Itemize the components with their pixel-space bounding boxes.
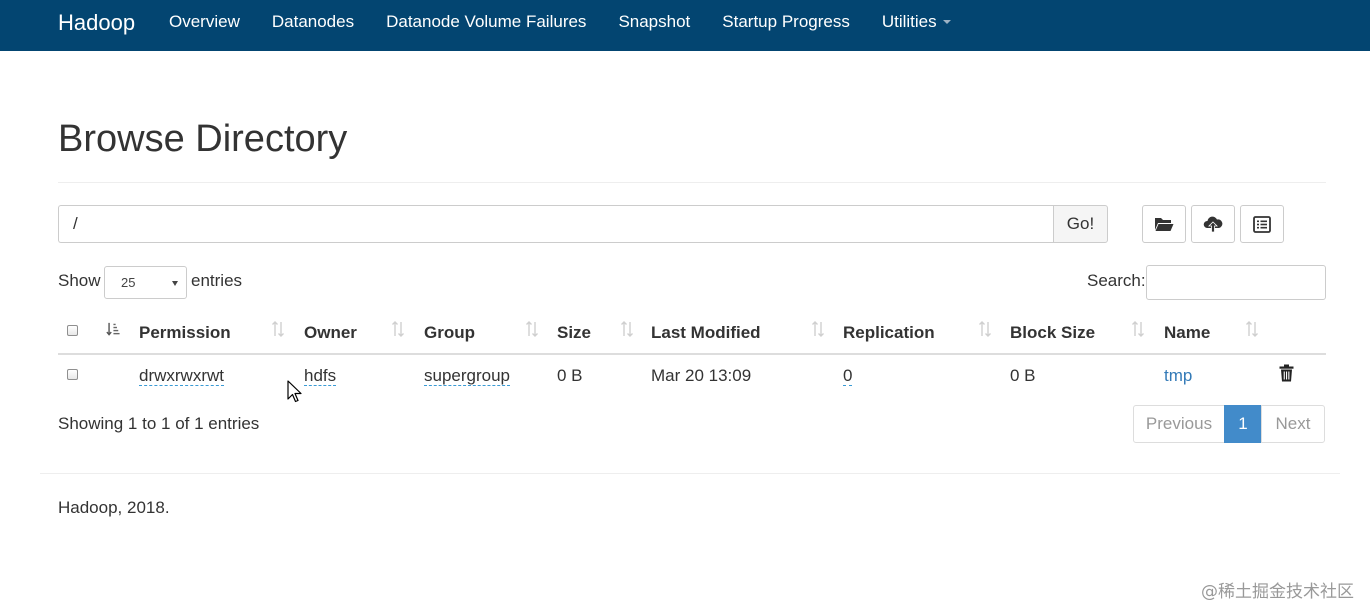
- path-group: Go!: [58, 205, 1108, 243]
- nav-overview[interactable]: Overview: [153, 0, 256, 46]
- cut-paste-button[interactable]: [1240, 205, 1284, 243]
- sort-both-icon[interactable]: [620, 320, 634, 338]
- block-size-value: 0 B: [1010, 366, 1036, 385]
- cloud-upload-icon: [1203, 216, 1223, 233]
- entries-per-page-select[interactable]: 25: [104, 266, 187, 299]
- dropdown-arrow-icon: [172, 281, 178, 286]
- show-label: Show: [58, 271, 101, 290]
- entries-per-page-value: 25: [121, 275, 136, 290]
- sort-both-icon[interactable]: [271, 320, 285, 338]
- size-value: 0 B: [557, 366, 583, 385]
- nav-snapshot[interactable]: Snapshot: [602, 0, 706, 46]
- folder-open-icon: [1155, 218, 1174, 231]
- nav-datanodes[interactable]: Datanodes: [256, 0, 370, 46]
- column-header-permission[interactable]: Permission: [139, 322, 231, 344]
- last-modified-value: Mar 20 13:09: [651, 366, 752, 385]
- column-header-last-modified[interactable]: Last Modified: [651, 322, 761, 344]
- sort-ascending-icon[interactable]: [106, 320, 120, 338]
- top-navbar: Hadoop Overview Datanodes Datanode Volum…: [0, 0, 1370, 51]
- previous-page-button[interactable]: Previous: [1133, 405, 1225, 443]
- nav-utilities-dropdown[interactable]: Utilities: [866, 0, 967, 46]
- search-input[interactable]: [1146, 265, 1326, 300]
- upload-files-button[interactable]: [1191, 205, 1235, 243]
- nav-datanode-volume-failures[interactable]: Datanode Volume Failures: [370, 0, 602, 46]
- sort-both-icon[interactable]: [525, 320, 539, 338]
- list-alt-icon: [1253, 215, 1271, 233]
- header-divider: [58, 182, 1326, 183]
- group-value[interactable]: supergroup: [424, 366, 511, 386]
- caret-down-icon: [942, 19, 951, 24]
- column-header-owner[interactable]: Owner: [304, 322, 357, 344]
- select-all-checkbox[interactable]: [67, 325, 78, 336]
- table-info: Showing 1 to 1 of 1 entries: [58, 414, 260, 433]
- sort-both-icon[interactable]: [391, 320, 405, 338]
- watermark: @稀土掘金技术社区: [1201, 582, 1354, 602]
- footer-divider: [40, 473, 1340, 474]
- trash-icon[interactable]: [1279, 364, 1294, 382]
- page-title: Browse Directory: [58, 118, 348, 160]
- current-page-button[interactable]: 1: [1224, 405, 1262, 443]
- sort-both-icon[interactable]: [978, 320, 992, 338]
- column-header-name[interactable]: Name: [1164, 322, 1210, 344]
- permission-value[interactable]: drwxrwxrwt: [139, 366, 224, 386]
- column-header-block-size[interactable]: Block Size: [1010, 322, 1095, 344]
- brand-link[interactable]: Hadoop: [58, 0, 135, 46]
- replication-value[interactable]: 0: [843, 366, 853, 386]
- nav-links: Overview Datanodes Datanode Volume Failu…: [153, 0, 967, 46]
- sort-both-icon[interactable]: [1245, 320, 1259, 338]
- nav-startup-progress[interactable]: Startup Progress: [706, 0, 866, 46]
- column-header-replication[interactable]: Replication: [843, 322, 935, 344]
- entries-label: entries: [191, 271, 243, 290]
- table-header-divider: [58, 353, 1326, 355]
- create-directory-button[interactable]: [1142, 205, 1186, 243]
- sort-both-icon[interactable]: [811, 320, 825, 338]
- file-name-link[interactable]: tmp: [1164, 365, 1192, 387]
- row-select-checkbox[interactable]: [67, 369, 78, 380]
- mouse-cursor-icon: [287, 380, 302, 403]
- column-header-size[interactable]: Size: [557, 322, 591, 344]
- nav-utilities-label: Utilities: [881, 12, 937, 31]
- next-page-button[interactable]: Next: [1261, 405, 1325, 443]
- search-label: Search:: [1087, 271, 1146, 290]
- directory-path-input[interactable]: [58, 205, 1053, 243]
- sort-both-icon[interactable]: [1131, 320, 1145, 338]
- footer-copyright: Hadoop, 2018.: [58, 498, 170, 517]
- go-button[interactable]: Go!: [1053, 205, 1108, 243]
- owner-value[interactable]: hdfs: [304, 366, 337, 386]
- pagination: Previous 1 Next: [1133, 405, 1325, 443]
- column-header-group[interactable]: Group: [424, 322, 475, 344]
